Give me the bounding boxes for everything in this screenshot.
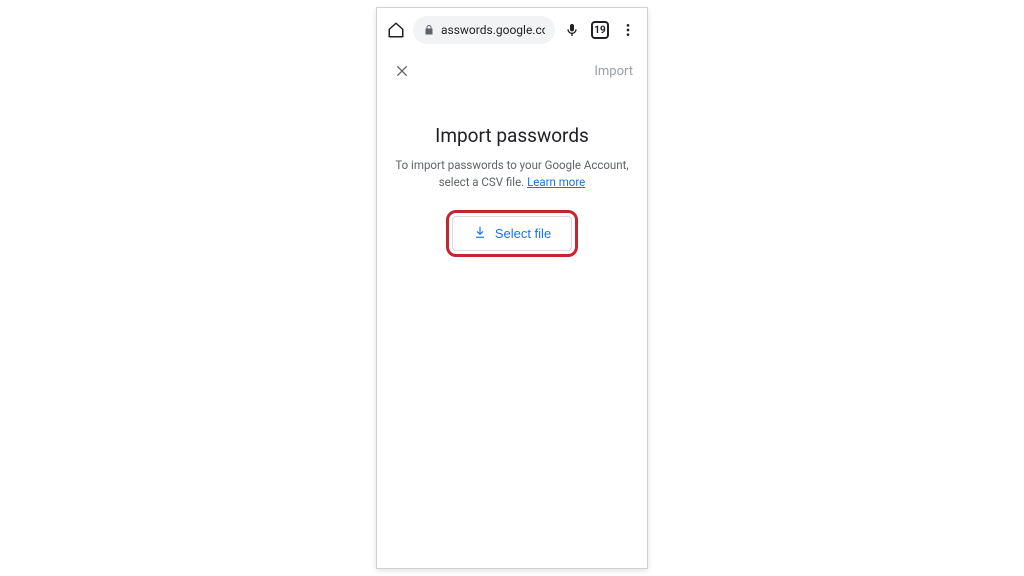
page-header: Import bbox=[377, 50, 647, 88]
description-text: To import passwords to your Google Accou… bbox=[395, 157, 629, 192]
url-bar[interactable]: asswords.google.com bbox=[413, 16, 555, 44]
browser-toolbar: asswords.google.com 19 bbox=[377, 8, 647, 50]
download-icon bbox=[473, 225, 487, 242]
main-content: Import passwords To import passwords to … bbox=[377, 88, 647, 257]
tab-count-badge: 19 bbox=[591, 21, 609, 39]
tabs-button[interactable]: 19 bbox=[589, 19, 611, 41]
learn-more-link[interactable]: Learn more bbox=[527, 175, 585, 189]
description-prefix: To import passwords to your Google Accou… bbox=[395, 158, 628, 189]
import-action[interactable]: Import bbox=[594, 64, 633, 79]
highlight-box: Select file bbox=[446, 210, 578, 257]
select-file-button[interactable]: Select file bbox=[452, 216, 572, 251]
page-title: Import passwords bbox=[395, 124, 629, 147]
mic-icon[interactable] bbox=[561, 19, 583, 41]
select-file-label: Select file bbox=[495, 226, 551, 241]
mobile-screenshot: asswords.google.com 19 Import Import pas… bbox=[377, 8, 647, 568]
lock-icon bbox=[423, 21, 435, 40]
home-icon[interactable] bbox=[385, 19, 407, 41]
close-icon[interactable] bbox=[391, 60, 413, 82]
url-text: asswords.google.com bbox=[441, 23, 545, 37]
overflow-menu-icon[interactable] bbox=[617, 19, 639, 41]
